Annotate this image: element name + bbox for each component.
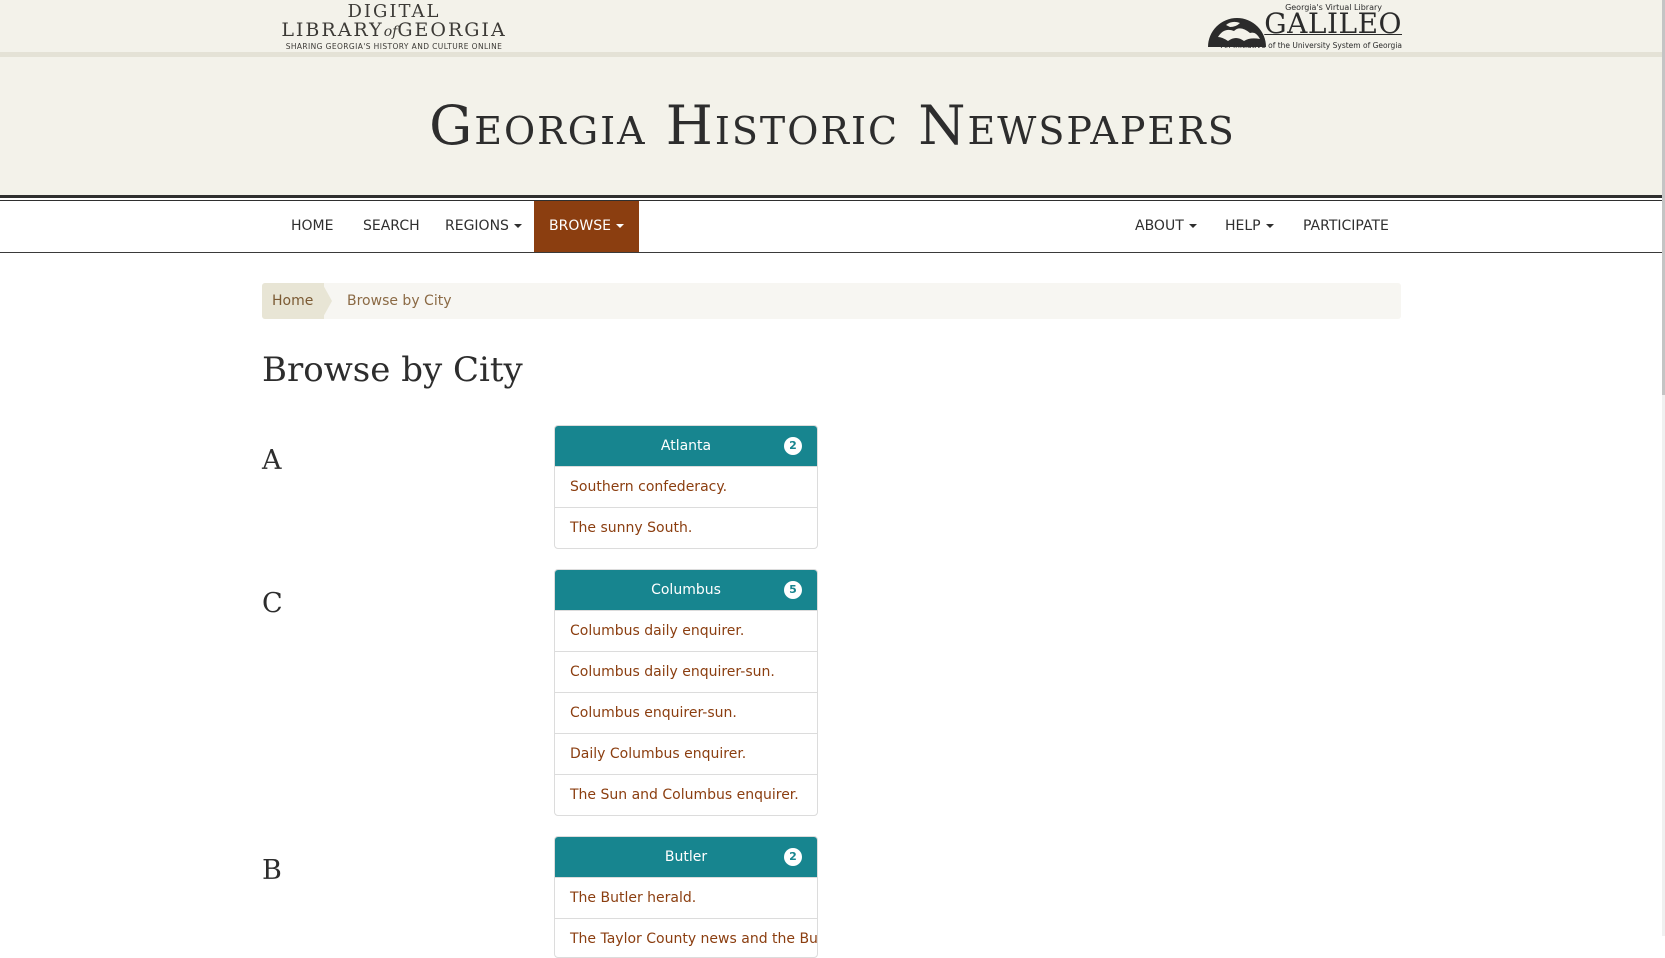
newspaper-link[interactable]: The Sun and Columbus enquirer. xyxy=(555,774,817,815)
top-strip: DIGITAL LIBRARYofGEORGIA SHARING GEORGIA… xyxy=(0,0,1665,57)
city-name: Columbus xyxy=(651,582,721,598)
count-badge: 2 xyxy=(784,848,802,866)
main-navbar: HOME SEARCH REGIONS BROWSE ABOUT HELP PA… xyxy=(0,201,1662,253)
dlg-logo-tagline: SHARING GEORGIA'S HISTORY AND CULTURE ON… xyxy=(285,42,503,51)
caret-down-icon xyxy=(1265,224,1274,228)
city-panel-atlanta: Atlanta 2 Southern confederacy. The sunn… xyxy=(554,425,818,549)
caret-down-icon xyxy=(615,224,624,228)
nav-participate-label: PARTICIPATE xyxy=(1303,218,1389,234)
letter-heading-c: C xyxy=(262,588,283,619)
letter-heading-a: A xyxy=(262,445,282,476)
nav-search-label: SEARCH xyxy=(363,218,420,234)
city-header[interactable]: Butler 2 xyxy=(555,837,817,877)
newspaper-link[interactable]: The sunny South. xyxy=(555,507,817,548)
newspaper-link[interactable]: Daily Columbus enquirer. xyxy=(555,733,817,774)
nav-browse[interactable]: BROWSE xyxy=(534,201,639,252)
nav-about-label: ABOUT xyxy=(1135,218,1184,234)
galileo-wordmark: GALILEO xyxy=(1264,7,1402,40)
city-header[interactable]: Columbus 5 xyxy=(555,570,817,610)
nav-help-label: HELP xyxy=(1225,218,1261,234)
breadcrumb-current: Browse by City xyxy=(347,293,452,309)
dlg-logo-of: of xyxy=(383,24,398,40)
nav-home-label: HOME xyxy=(291,218,334,234)
letter-heading-b: B xyxy=(262,855,282,886)
city-header[interactable]: Atlanta 2 xyxy=(555,426,817,466)
nav-home[interactable]: HOME xyxy=(276,201,348,252)
newspaper-link[interactable]: Columbus enquirer-sun. xyxy=(555,692,817,733)
caret-down-icon xyxy=(513,224,522,228)
newspaper-link[interactable]: Southern confederacy. xyxy=(555,466,817,507)
galileo-subtitle: An Initiative of the University System o… xyxy=(1220,41,1402,50)
page-title: Browse by City xyxy=(262,350,523,390)
city-panel-columbus: Columbus 5 Columbus daily enquirer. Colu… xyxy=(554,569,818,816)
dlg-logo[interactable]: DIGITAL LIBRARYofGEORGIA SHARING GEORGIA… xyxy=(262,3,526,52)
site-title[interactable]: Georgia Historic Newspapers xyxy=(0,86,1665,166)
breadcrumb-arrow xyxy=(322,283,332,319)
count-badge: 2 xyxy=(784,437,802,455)
newspaper-link[interactable]: Columbus daily enquirer. xyxy=(555,610,817,651)
city-name: Atlanta xyxy=(660,438,712,454)
breadcrumb: Home Browse by City xyxy=(262,283,1401,319)
nav-help[interactable]: HELP xyxy=(1210,201,1289,252)
dlg-logo-line2: LIBRARYofGEORGIA xyxy=(262,21,526,42)
banner-rule-thick xyxy=(0,195,1665,198)
city-name: Butler xyxy=(664,849,708,865)
nav-browse-label: BROWSE xyxy=(549,218,611,234)
count-badge: 5 xyxy=(784,581,802,599)
newspaper-link[interactable]: The Taylor County news and the Butler he… xyxy=(555,918,817,957)
nav-search[interactable]: SEARCH xyxy=(348,201,435,252)
galileo-logo[interactable]: Georgia's Virtual Library GALILEO An Ini… xyxy=(1206,3,1402,51)
dlg-logo-library: LIBRARY xyxy=(281,19,384,41)
nav-about[interactable]: ABOUT xyxy=(1120,201,1212,252)
nav-regions-label: REGIONS xyxy=(445,218,509,234)
caret-down-icon xyxy=(1188,224,1197,228)
city-panel-butler: Butler 2 The Butler herald. The Taylor C… xyxy=(554,836,818,958)
newspaper-link[interactable]: Columbus daily enquirer-sun. xyxy=(555,651,817,692)
nav-regions[interactable]: REGIONS xyxy=(430,201,537,252)
breadcrumb-home[interactable]: Home xyxy=(262,283,325,319)
nav-participate[interactable]: PARTICIPATE xyxy=(1288,201,1404,252)
newspaper-link[interactable]: The Butler herald. xyxy=(555,877,817,918)
dlg-logo-georgia: GEORGIA xyxy=(397,19,507,41)
